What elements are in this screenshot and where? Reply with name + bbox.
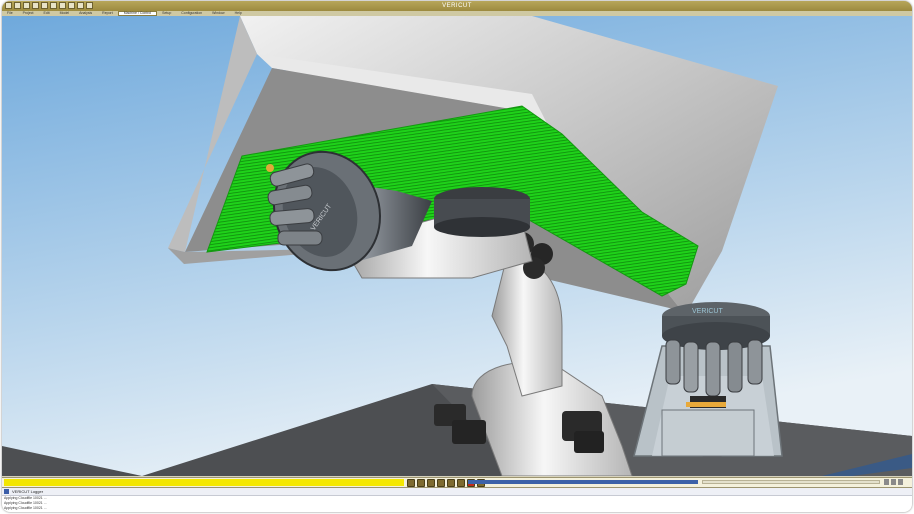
window-title: VERICUT xyxy=(442,3,472,9)
warning-icon[interactable] xyxy=(891,479,896,485)
log-row: Applying Cloudfile 10021 ... xyxy=(4,506,47,510)
simulation-progress-fill xyxy=(4,479,180,486)
fast-forward-icon[interactable] xyxy=(447,479,455,487)
logger-header: VERICUT Logger xyxy=(2,488,912,496)
3d-graphics-viewport[interactable]: VERICUT VERICUT xyxy=(2,16,912,476)
step-back-icon[interactable] xyxy=(417,479,425,487)
step-forward-icon[interactable] xyxy=(437,479,445,487)
animation-speed-slider[interactable] xyxy=(468,480,698,484)
simulation-status-bar xyxy=(2,477,912,487)
time-slider[interactable] xyxy=(702,480,880,484)
simulation-progress-bar xyxy=(4,479,404,486)
rack-tool-tip xyxy=(686,402,726,407)
status-icons xyxy=(884,479,903,485)
machine-simulation-view[interactable]: VERICUT VERICUT xyxy=(2,16,912,476)
info-icon[interactable] xyxy=(884,479,889,485)
pause-icon[interactable] xyxy=(457,479,465,487)
error-icon[interactable] xyxy=(898,479,903,485)
logger-icon xyxy=(4,489,9,494)
rack-label: VERICUT xyxy=(692,308,723,315)
application-window: VERICUT File Project Edit Model Analysis Repo… xyxy=(2,1,912,512)
tool-tip xyxy=(266,164,274,172)
play-icon[interactable] xyxy=(427,479,435,487)
title-bar: VERICUT xyxy=(2,1,912,11)
rewind-icon[interactable] xyxy=(407,479,415,487)
logger-title: VERICUT Logger xyxy=(12,489,44,494)
logger-panel: VERICUT Logger Applying Cloudfile 10021 … xyxy=(2,487,912,512)
